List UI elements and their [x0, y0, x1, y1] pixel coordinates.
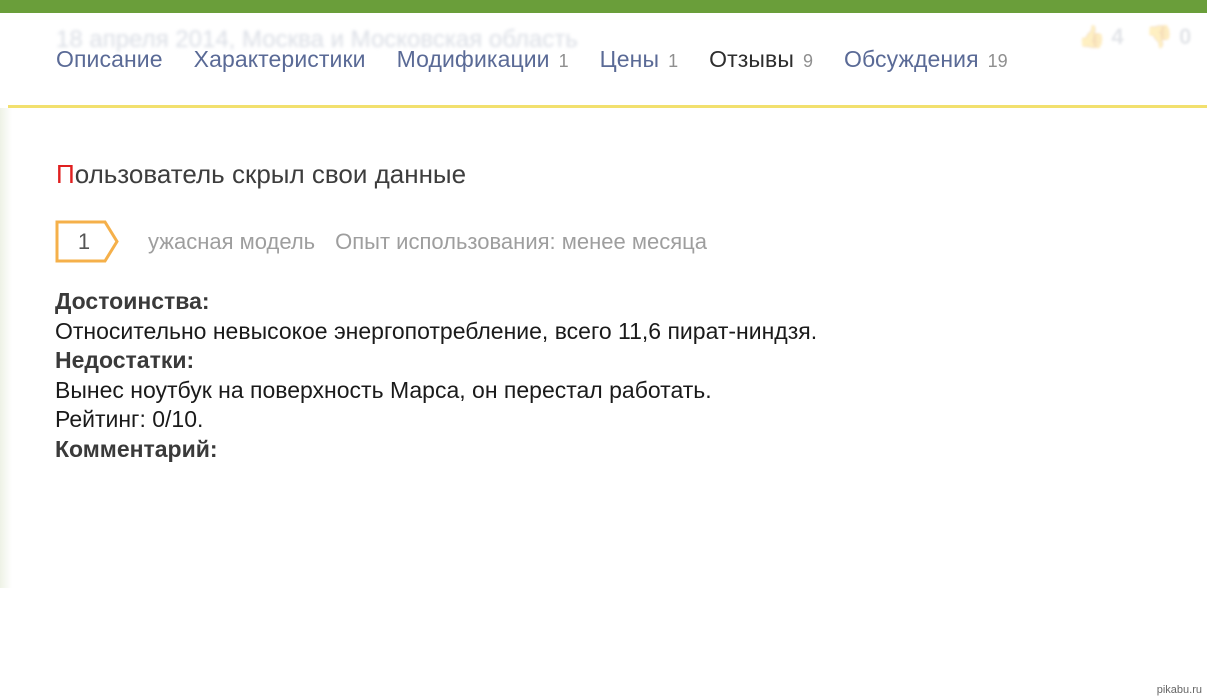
tab-label: Модификации — [396, 46, 550, 72]
tab-modifications[interactable]: Модификации 1 — [397, 46, 569, 73]
tab-label: Описание — [56, 46, 163, 72]
author-first-letter: П — [56, 159, 75, 189]
usage-experience: Опыт использования: менее месяца — [335, 229, 707, 254]
rating-line: Рейтинг: 0/10. — [55, 406, 204, 432]
thumbs-up-count: 4 — [1111, 24, 1124, 49]
review-meta: ужасная модель Опыт использования: менее… — [148, 229, 707, 255]
vote-stats: 👍 4 👎 0 — [1078, 24, 1191, 50]
tab-label: Обсуждения — [844, 46, 979, 72]
thumbs-down-icon: 👎 — [1145, 24, 1174, 49]
thumbs-up-stat[interactable]: 👍 4 — [1078, 24, 1124, 50]
tab-count: 1 — [668, 51, 679, 71]
tab-count: 19 — [987, 51, 1008, 71]
pros-text: Относительно невысокое энергопотребление… — [55, 317, 818, 344]
review-body: Достоинства: Относительно невысокое энер… — [55, 287, 1155, 464]
top-bar — [0, 0, 1207, 13]
tab-count: 1 — [558, 51, 569, 71]
review-page: 18 апреля 2014, Москва и Московская обла… — [0, 0, 1207, 699]
rating-badge: 1 — [55, 220, 121, 263]
tab-prices[interactable]: Цены 1 — [600, 46, 678, 73]
pros-heading: Достоинства: — [55, 288, 210, 314]
tab-count: 9 — [802, 51, 813, 71]
tab-label: Цены — [599, 46, 660, 72]
watermark: pikabu.ru — [1156, 684, 1202, 696]
tab-label: Отзывы — [709, 46, 794, 72]
comment-heading: Комментарий: — [55, 435, 218, 462]
thumbs-down-count: 0 — [1179, 24, 1192, 49]
tab-label: Характеристики — [193, 46, 366, 72]
author-name-rest: ользователь скрыл свои данные — [74, 159, 467, 189]
product-tabs: Описание Характеристики Модификации 1 Це… — [56, 46, 1039, 73]
tab-discussions[interactable]: Обсуждения 19 — [844, 46, 1008, 73]
left-edge-shade — [0, 108, 12, 588]
review-title: ужасная модель — [148, 229, 316, 254]
review-author: Пользователь скрыл свои данные — [56, 159, 466, 190]
tab-reviews[interactable]: Отзывы 9 — [709, 46, 813, 73]
thumbs-up-icon: 👍 — [1078, 24, 1106, 49]
cons-heading: Недостатки: — [55, 347, 195, 373]
tab-description[interactable]: Описание — [56, 46, 163, 73]
tab-specifications[interactable]: Характеристики — [194, 46, 366, 73]
cons-text: Вынес ноутбук на поверхность Марса, он п… — [55, 376, 712, 403]
rating-value: 1 — [77, 228, 91, 254]
thumbs-down-stat[interactable]: 👎 0 — [1146, 24, 1192, 50]
tabs-underline — [8, 105, 1207, 108]
